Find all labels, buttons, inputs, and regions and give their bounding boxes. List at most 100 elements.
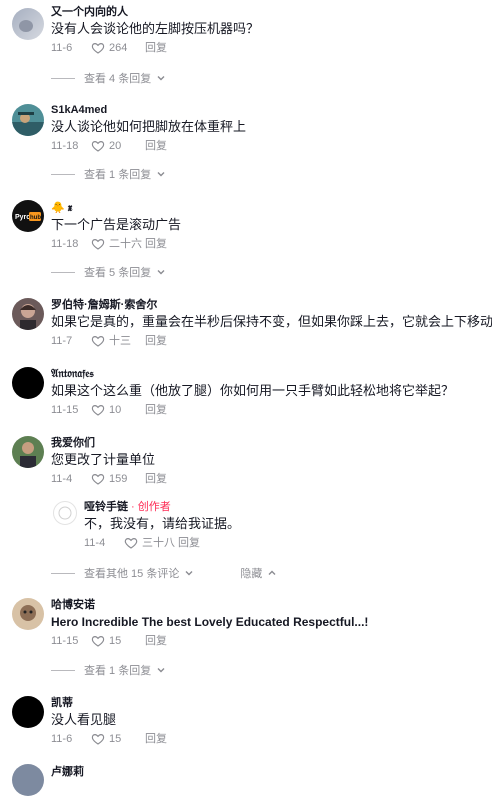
chevron-up-icon	[266, 567, 278, 579]
view-replies-label: 查看 5 条回复	[84, 267, 152, 279]
chevron-down-icon	[155, 168, 167, 180]
reply-button[interactable]: 回复	[145, 732, 167, 746]
reply-avatar[interactable]	[53, 501, 77, 525]
divider-line	[51, 77, 75, 79]
avatar[interactable]	[12, 104, 44, 136]
comment-date: 11-15	[51, 635, 79, 647]
divider-line	[51, 173, 75, 175]
reply-date: 11-4	[84, 537, 106, 549]
like-button[interactable]: 159	[91, 472, 145, 486]
comment-date: 11-18	[51, 140, 79, 152]
heart-icon	[91, 139, 105, 153]
reply-button[interactable]: 回复	[145, 634, 167, 648]
comment-date: 11-4	[51, 473, 73, 485]
divider-line	[51, 271, 75, 273]
username[interactable]: 罗伯特·詹姆斯·索舍尔	[51, 298, 480, 312]
view-replies-label: 查看 1 条回复	[84, 169, 152, 181]
username[interactable]: S1kA4med	[51, 103, 480, 117]
heart-icon	[91, 472, 105, 486]
svg-text:hub: hub	[30, 215, 41, 221]
avatar[interactable]	[12, 298, 44, 330]
reply-button[interactable]: 回复	[178, 536, 200, 550]
username[interactable]: 又一个内向的人	[51, 5, 480, 19]
like-button[interactable]: 15	[91, 732, 145, 746]
heart-icon	[91, 403, 105, 417]
view-replies-label: 查看 4 条回复	[84, 73, 152, 85]
like-count: 20	[109, 140, 122, 152]
chevron-down-icon	[183, 567, 195, 579]
comment-date: 11-7	[51, 335, 73, 347]
reply-button[interactable]: 回复	[145, 139, 167, 153]
like-count: 15	[109, 733, 122, 745]
like-button[interactable]: 十三	[91, 334, 145, 348]
reply-text: 不，我没有，请给我证据。	[84, 516, 241, 531]
like-count: 10	[109, 404, 122, 416]
like-count: 三十八	[142, 537, 175, 549]
comment-date: 11-18	[51, 238, 79, 250]
divider-line	[51, 669, 75, 671]
like-button[interactable]: 三十八	[124, 536, 178, 550]
reply-button[interactable]: 回复	[145, 237, 167, 251]
creator-badge: · 创作者	[128, 501, 171, 513]
like-button[interactable]: 二十六	[91, 237, 145, 251]
comment-text: 下一个广告是滚动广告	[51, 217, 182, 232]
view-replies-label: 查看其他 15 条评论	[84, 568, 180, 580]
comment-text: 您更改了计量单位	[51, 452, 156, 467]
avatar[interactable]	[12, 764, 44, 796]
username[interactable]: 卢娜莉	[51, 765, 480, 779]
heart-icon	[91, 41, 105, 55]
like-button[interactable]: 10	[91, 403, 145, 417]
reply-button[interactable]: 回复	[145, 472, 167, 486]
reply-button[interactable]: 回复	[145, 334, 167, 348]
heart-icon	[124, 536, 138, 550]
view-replies-button[interactable]: 查看 1 条回复	[51, 662, 167, 678]
username[interactable]: 凯蒂	[51, 696, 480, 710]
comment-text: 没有人会谈论他的左脚按压机器吗？	[51, 21, 260, 36]
reply-username[interactable]: 哑铃手链 · 创作者	[84, 500, 480, 514]
avatar[interactable]	[12, 598, 44, 630]
avatar[interactable]	[12, 8, 44, 40]
like-count: 159	[109, 473, 128, 485]
username[interactable]: 🐥 𝖝	[51, 201, 480, 215]
comment-date: 11-6	[51, 42, 73, 54]
username[interactable]: 哈博安诺	[51, 598, 480, 612]
chevron-down-icon	[155, 72, 167, 84]
view-replies-button[interactable]: 查看 5 条回复	[51, 264, 167, 280]
view-replies-button[interactable]: 查看 1 条回复	[51, 166, 167, 182]
divider-line	[51, 572, 75, 574]
comment-text: 没人看见腿	[51, 712, 117, 727]
avatar[interactable]	[12, 436, 44, 468]
avatar[interactable]	[12, 696, 44, 728]
svg-text:Pyro: Pyro	[15, 214, 31, 221]
username[interactable]: 我爱你们	[51, 436, 480, 450]
view-more-replies-button[interactable]: 查看其他 15 条评论 隐藏	[51, 565, 278, 581]
reply-button[interactable]: 回复	[145, 403, 167, 417]
username[interactable]: 𝔄𝔫𝔱𝔬𝔫𝔞𝔣𝔢𝔰	[51, 367, 480, 381]
avatar[interactable]	[12, 367, 44, 399]
like-count: 十三	[109, 335, 131, 347]
view-replies-label: 查看 1 条回复	[84, 665, 152, 677]
heart-icon	[91, 634, 105, 648]
like-count: 二十六	[109, 238, 142, 250]
hide-label: 隐藏	[240, 568, 263, 580]
reply-button[interactable]: 回复	[145, 41, 167, 55]
like-button[interactable]: 264	[91, 41, 145, 55]
comment-text: 如果它是真的，重量会在半秒后保持不变，但如果你踩上去，它就会上下移动	[51, 314, 492, 329]
heart-icon	[91, 334, 105, 348]
comment-text: 如果这个这么重（他放了腿）你如何用一只手臂如此轻松地将它举起？	[51, 383, 455, 398]
like-count: 264	[109, 42, 128, 54]
view-replies-button[interactable]: 查看 4 条回复	[51, 70, 167, 86]
avatar[interactable]: Pyro hub	[12, 200, 44, 232]
like-button[interactable]: 15	[91, 634, 145, 648]
chevron-down-icon	[155, 266, 167, 278]
comment-date: 11-15	[51, 404, 79, 416]
hide-replies-button[interactable]: 隐藏	[240, 565, 278, 581]
comment-text: 没人谈论他如何把脚放在体重秤上	[51, 119, 247, 134]
heart-icon	[91, 732, 105, 746]
like-count: 15	[109, 635, 122, 647]
chevron-down-icon	[155, 664, 167, 676]
like-button[interactable]: 20	[91, 139, 145, 153]
heart-icon	[91, 237, 105, 251]
comment-text: Hero Incredible The best Lovely Educated…	[51, 615, 369, 629]
comment-date: 11-6	[51, 733, 73, 745]
